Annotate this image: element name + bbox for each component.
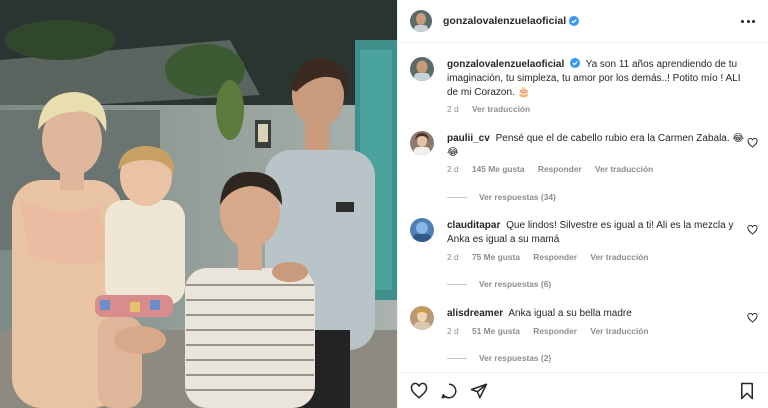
- comment-meta: 2 d 145 Me gusta Responder Ver traducció…: [447, 164, 664, 174]
- heart-icon[interactable]: [747, 138, 758, 148]
- post-actions-bar: [398, 372, 768, 408]
- bookmark-icon[interactable]: [738, 382, 756, 400]
- comment-avatar-image: [410, 306, 434, 330]
- verified-badge-icon: [570, 58, 581, 68]
- post-side-panel: gonzalovalenzuelaoficial gonzalovalenzue…: [397, 0, 768, 408]
- comment-likes[interactable]: 51 Me gusta: [472, 326, 520, 336]
- replies-divider: [447, 283, 467, 285]
- comment-translate-link[interactable]: Ver traducción: [590, 326, 648, 336]
- caption-text: gonzalovalenzuelaoficial Ya son 11 años …: [447, 58, 747, 100]
- heart-icon[interactable]: [410, 382, 428, 400]
- comment-text: clauditapar Que lindos! Silvestre es igu…: [447, 219, 747, 247]
- comment-reply-link[interactable]: Responder: [533, 326, 577, 336]
- view-replies-link[interactable]: Ver respuestas (6): [447, 279, 551, 289]
- comment-username[interactable]: clauditapar: [447, 220, 500, 231]
- author-username[interactable]: gonzalovalenzuelaoficial: [443, 15, 566, 27]
- post-photo[interactable]: [0, 0, 397, 408]
- comment-age: 2 d: [447, 326, 459, 336]
- comment-text: alisdreamer Anka igual a su bella madre: [447, 307, 747, 321]
- family-photo-illustration: [0, 0, 397, 408]
- view-replies-link[interactable]: Ver respuestas (2): [447, 353, 551, 363]
- comment-avatar[interactable]: [410, 218, 434, 242]
- replies-divider: [447, 357, 467, 359]
- comment-text: paulii_cv Pensé que el de cabello rubio …: [447, 132, 747, 160]
- more-dot: [752, 19, 755, 23]
- comment-avatar[interactable]: [410, 306, 434, 330]
- comment-meta: 2 d 51 Me gusta Responder Ver traducción: [447, 326, 660, 336]
- paper-plane-icon[interactable]: [470, 382, 488, 400]
- caption-meta: 2 d Ver traducción: [447, 104, 541, 114]
- comment-avatar-image: [410, 218, 434, 242]
- comment-username[interactable]: paulii_cv: [447, 133, 490, 144]
- view-replies-label: Ver respuestas (2): [479, 353, 552, 363]
- more-options-icon[interactable]: [741, 14, 755, 28]
- comment-icon[interactable]: [440, 382, 458, 400]
- post-header: gonzalovalenzuelaoficial: [398, 0, 768, 43]
- caption-username[interactable]: gonzalovalenzuelaoficial: [447, 59, 564, 70]
- author-avatar[interactable]: [410, 10, 432, 32]
- author-avatar-image: [410, 10, 432, 32]
- comment-likes[interactable]: 145 Me gusta: [472, 164, 525, 174]
- verified-badge-icon: [569, 16, 580, 26]
- view-replies-link[interactable]: Ver respuestas (34): [447, 192, 556, 202]
- comment-avatar-image: [410, 131, 434, 155]
- caption-age: 2 d: [447, 104, 459, 114]
- caption-avatar-image: [410, 57, 434, 81]
- view-replies-label: Ver respuestas (34): [479, 192, 556, 202]
- comment-meta: 2 d 75 Me gusta Responder Ver traducción: [447, 252, 660, 262]
- instagram-post: gonzalovalenzuelaoficial gonzalovalenzue…: [0, 0, 768, 408]
- more-dot: [741, 19, 744, 23]
- comment-content: Anka igual a su bella madre: [508, 308, 632, 319]
- comment-translate-link[interactable]: Ver traducción: [595, 164, 653, 174]
- comment-age: 2 d: [447, 164, 459, 174]
- comment-content: Pensé que el de cabello rubio era la Car…: [447, 133, 745, 158]
- view-replies-label: Ver respuestas (6): [479, 279, 552, 289]
- comments-list: gonzalovalenzuelaoficial Ya son 11 años …: [398, 44, 768, 372]
- heart-icon[interactable]: [747, 225, 758, 235]
- caption-translate-link[interactable]: Ver traducción: [472, 104, 530, 114]
- heart-icon[interactable]: [747, 313, 758, 323]
- comment-avatar[interactable]: [410, 131, 434, 155]
- comment-reply-link[interactable]: Responder: [533, 252, 577, 262]
- comment-likes[interactable]: 75 Me gusta: [472, 252, 520, 262]
- more-dot: [746, 19, 750, 23]
- replies-divider: [447, 196, 467, 198]
- caption-avatar[interactable]: [410, 57, 434, 81]
- comment-translate-link[interactable]: Ver traducción: [590, 252, 648, 262]
- comment-age: 2 d: [447, 252, 459, 262]
- comment-reply-link[interactable]: Responder: [538, 164, 582, 174]
- comment-username[interactable]: alisdreamer: [447, 308, 503, 319]
